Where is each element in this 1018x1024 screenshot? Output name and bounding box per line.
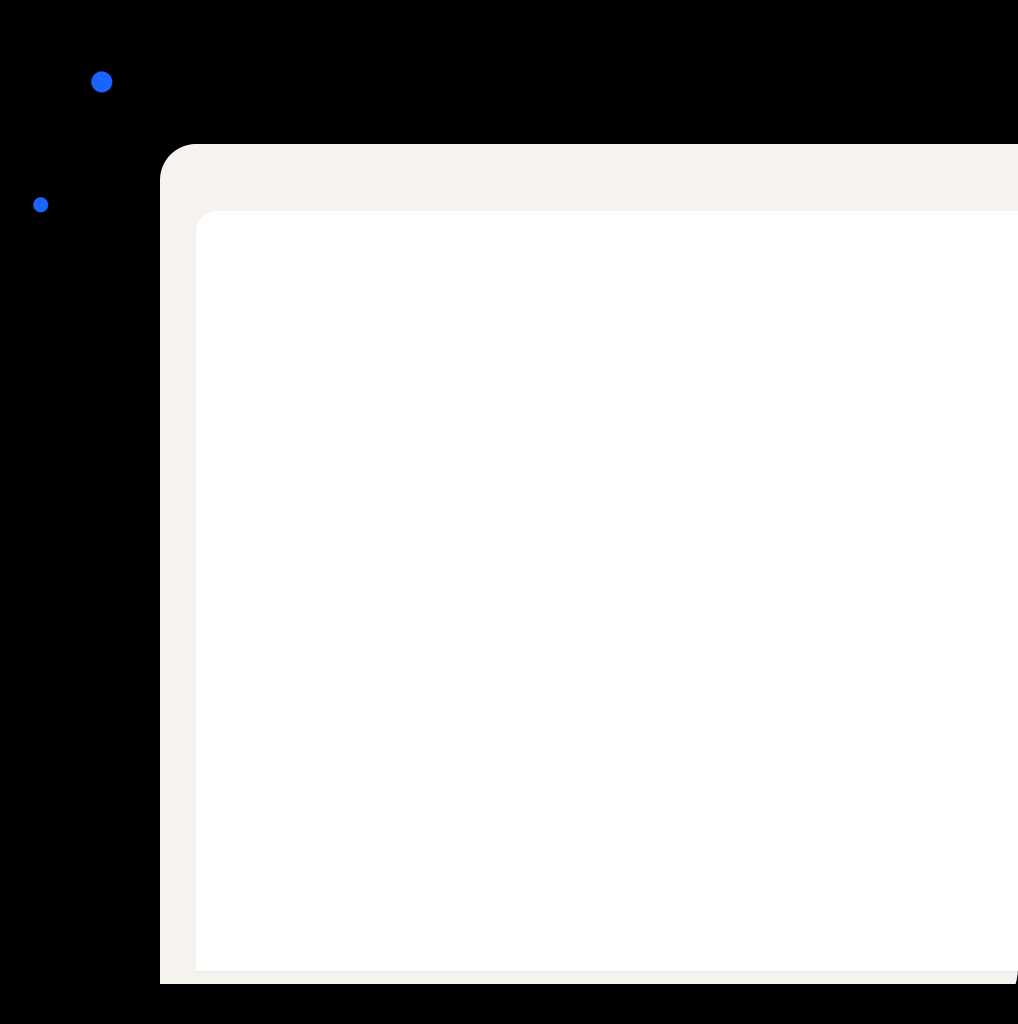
chart-x-axis [228,567,988,591]
tab-bar [160,144,1018,183]
chart-bars [228,279,988,555]
stacked-bar-chart [228,279,988,579]
chart-panel [196,211,1018,971]
main-card [160,144,1018,984]
app-frame [0,0,1018,1024]
